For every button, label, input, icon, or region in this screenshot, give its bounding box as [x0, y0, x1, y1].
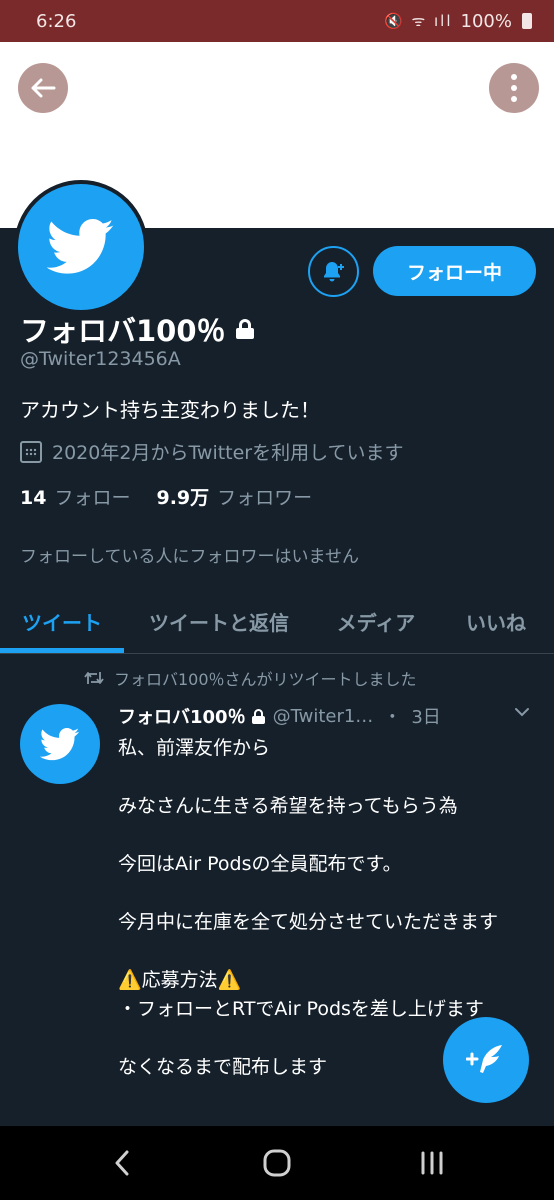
retweet-context: フォロバ100％さんがリツイートしました: [84, 666, 417, 690]
profile-display-name: フォロバ100％: [20, 308, 254, 350]
retweet-context-text: フォロバ100％さんがリツイートしました: [114, 670, 417, 689]
nav-recents-button[interactable]: [392, 1126, 472, 1200]
nav-recents-icon: [421, 1151, 443, 1175]
profile-bio: アカウント持ち主変わりました！: [20, 398, 320, 422]
twitter-bird-icon: [40, 727, 80, 760]
calendar-icon: [20, 440, 42, 463]
more-vertical-icon: [511, 74, 517, 80]
back-arrow-icon: [31, 78, 56, 98]
nav-home-button[interactable]: [237, 1126, 317, 1200]
followers-stat[interactable]: 9.9万 フォロワー: [156, 483, 312, 510]
bell-plus-icon: [323, 261, 344, 281]
display-name-text: フォロバ100％: [20, 314, 226, 348]
system-nav-bar: [0, 1126, 554, 1200]
tweet-line: みなさんに生きる希望を持ってもらう為: [118, 795, 458, 817]
nav-home-icon: [263, 1149, 291, 1177]
more-options-button[interactable]: [489, 63, 539, 113]
compose-tweet-icon: [466, 1045, 502, 1073]
tweet-line: 今回はAir Podsの全員配布です。: [118, 853, 402, 875]
tab-media[interactable]: メディア: [314, 590, 438, 653]
profile-avatar[interactable]: [14, 180, 148, 314]
known-followers-text: フォローしている人にフォロワーはいません: [20, 547, 359, 567]
status-right: 🔇 ᯤ ıll 100%: [384, 11, 532, 32]
chevron-down-icon[interactable]: [512, 702, 532, 722]
tweet-line: 今月中に在庫を全て処分させていただきます: [118, 911, 499, 933]
following-stat[interactable]: 14 フォロー: [20, 483, 130, 510]
tweet-time: 3日: [411, 707, 441, 728]
tweet-author-name[interactable]: フォロバ100％: [118, 703, 246, 729]
followers-count: 9.9万: [156, 487, 210, 509]
battery-icon: [522, 13, 532, 29]
twitter-bird-icon: [47, 219, 114, 274]
notification-bell-button[interactable]: [308, 246, 359, 297]
tweet-line: ⚠️応募方法⚠️: [118, 969, 242, 991]
status-time: 6:26: [36, 10, 77, 32]
compose-tweet-button[interactable]: [443, 1017, 529, 1103]
joined-text: 2020年2月からTwitterを利用しています: [52, 442, 404, 464]
tweet-header: フォロバ100％ @Twiter1… ・ 3日: [118, 703, 538, 729]
lock-icon: [251, 708, 265, 724]
tab-likes[interactable]: いいね: [438, 590, 554, 653]
battery-percent: 100%: [460, 10, 512, 32]
active-tab-indicator: [0, 648, 124, 653]
profile-tabs: ツイート ツイートと返信 メディア いいね: [0, 590, 554, 654]
followers-label: フォロワー: [217, 487, 313, 509]
status-icons: 🔇 ᯤ ıll: [384, 12, 453, 30]
profile-stats: 14 フォロー 9.9万 フォロワー: [20, 483, 312, 510]
back-button[interactable]: [18, 63, 68, 113]
profile-handle: @Twiter123456A: [20, 348, 181, 370]
following-button[interactable]: フォロー中: [373, 246, 536, 296]
tweet-avatar[interactable]: [20, 704, 100, 784]
tab-tweets-and-replies[interactable]: ツイートと返信: [124, 590, 314, 653]
nav-back-button[interactable]: [82, 1126, 162, 1200]
lock-icon: [235, 319, 254, 339]
following-count: 14: [20, 487, 47, 509]
status-bar: 6:26 🔇 ᯤ ıll 100%: [0, 0, 554, 42]
following-label: フォロー: [54, 487, 131, 509]
tweet-author-handle: @Twiter1…: [272, 705, 374, 727]
tweet-line: 私、前澤友作から: [118, 737, 271, 759]
tweet-separator: ・: [383, 707, 402, 728]
retweet-icon: [84, 672, 104, 684]
tweet-line: ・フォローとRTでAir Podsを差し上げます: [118, 998, 484, 1020]
nav-back-icon: [115, 1150, 129, 1176]
tab-tweets[interactable]: ツイート: [0, 590, 124, 653]
profile-joined: 2020年2月からTwitterを利用しています: [20, 438, 404, 465]
